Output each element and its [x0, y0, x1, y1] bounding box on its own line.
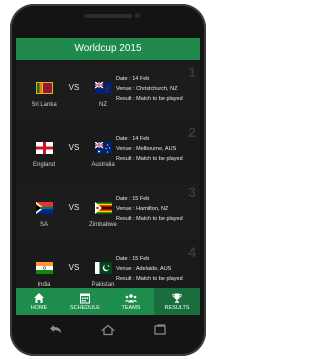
match-result: Result : Match to be played — [116, 96, 183, 102]
versus-label: VS — [68, 203, 80, 212]
recents-icon[interactable] — [152, 324, 168, 336]
pakistan-flag-icon — [95, 262, 112, 274]
nav-teams[interactable]: TEAMS — [108, 288, 154, 315]
new-zealand-flag-icon — [95, 82, 112, 94]
india-flag-icon — [36, 262, 53, 274]
match-info: Date : 14 Feb Venue : Melbourne, AUS Res… — [116, 134, 200, 164]
nav-results-label: RESULTS — [164, 305, 190, 311]
people-icon — [124, 294, 138, 303]
back-icon[interactable] — [48, 324, 64, 336]
calendar-icon — [80, 293, 90, 304]
match-venue: Venue : Hamilton, NZ — [116, 206, 169, 212]
match-card-1[interactable]: 1 VS Sri Lanka NZ Date : 14 Feb Venue : … — [16, 62, 200, 120]
team-b-name: NZ — [99, 102, 107, 108]
australia-flag-icon — [95, 142, 112, 154]
nav-schedule-label: SCHEDULE — [70, 305, 100, 311]
nav-results[interactable]: RESULTS — [154, 288, 200, 315]
app-screen: Worldcup 2015 1 VS Sri Lanka NZ Date : 1… — [16, 38, 200, 315]
match-info: Date : 15 Feb Venue : Hamilton, NZ Resul… — [116, 194, 200, 224]
home-key-icon[interactable] — [100, 324, 116, 336]
front-camera — [135, 13, 140, 18]
match-date: Date : 15 Feb — [116, 256, 150, 262]
bottom-navigation: HOME SCHEDULE TEAMS RESULTS — [16, 288, 200, 315]
england-flag-icon — [36, 142, 53, 154]
match-card-3[interactable]: 3 VS SA Zimbabwe Date : 15 Feb Venue : H… — [16, 182, 200, 240]
match-info: Date : 15 Feb Venue : Adelaide, AUS Resu… — [116, 254, 200, 284]
match-date: Date : 14 Feb — [116, 136, 150, 142]
team-b-name: Australia — [91, 162, 115, 168]
app-title-bar: Worldcup 2015 — [16, 38, 200, 60]
versus-label: VS — [68, 143, 80, 152]
match-result: Result : Match to be played — [116, 276, 183, 282]
south-africa-flag-icon — [36, 202, 53, 214]
match-venue: Venue : Adelaide, AUS — [116, 266, 172, 272]
home-icon — [34, 293, 44, 303]
match-result: Result : Match to be played — [116, 156, 183, 162]
hardware-keys — [16, 318, 200, 342]
team-b-name: Zimbabwe — [89, 222, 117, 228]
nav-schedule[interactable]: SCHEDULE — [62, 288, 108, 315]
team-a-name: England — [32, 162, 56, 168]
match-date: Date : 15 Feb — [116, 196, 150, 202]
versus-label: VS — [68, 263, 80, 272]
versus-label: VS — [68, 83, 80, 92]
match-info: Date : 14 Feb Venue : Christchurch, NZ R… — [116, 74, 200, 104]
trophy-icon — [172, 293, 182, 303]
zimbabwe-flag-icon — [95, 202, 112, 214]
match-venue: Venue : Melbourne, AUS — [116, 146, 177, 152]
team-a-name: Sri Lanka — [31, 102, 57, 108]
team-a-name: SA — [39, 222, 48, 228]
match-card-4[interactable]: 4 VS India Pakistan Date : 15 Feb Venue … — [16, 242, 200, 288]
speaker-grille — [84, 14, 132, 18]
sri-lanka-flag-icon — [36, 82, 53, 94]
nav-teams-label: TEAMS — [121, 305, 141, 311]
nav-home[interactable]: HOME — [16, 288, 62, 315]
match-card-2[interactable]: 2 VS England Australia Date : 14 Feb Ven… — [16, 122, 200, 180]
match-date: Date : 14 Feb — [116, 76, 150, 82]
app-title: Worldcup 2015 — [74, 43, 142, 54]
match-result: Result : Match to be played — [116, 216, 183, 222]
nav-home-label: HOME — [30, 305, 48, 311]
match-venue: Venue : Christchurch, NZ — [116, 86, 178, 92]
